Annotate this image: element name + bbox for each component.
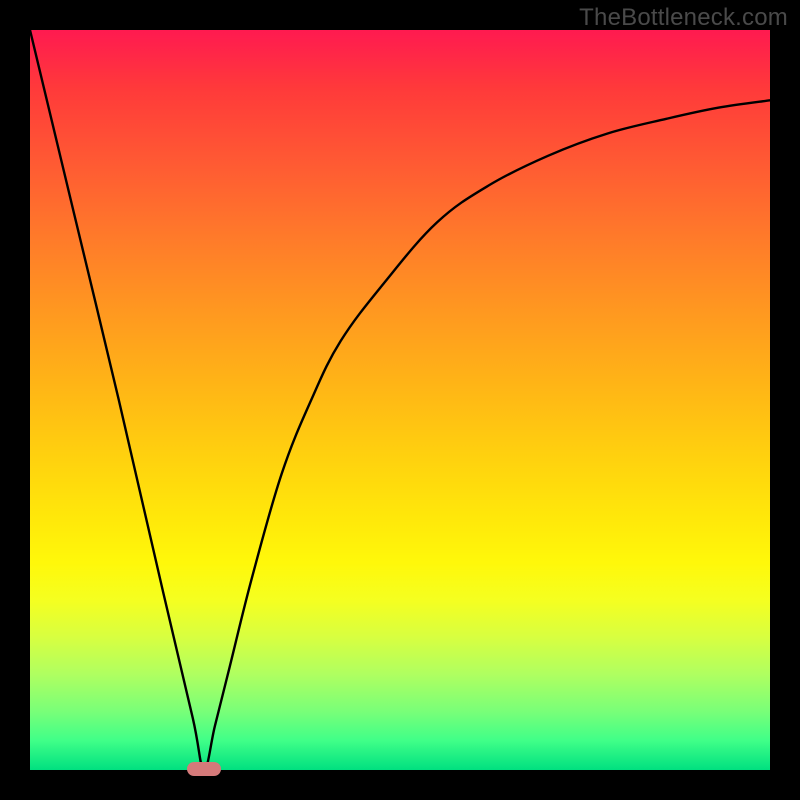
watermark-text: TheBottleneck.com [579,4,788,32]
bottleneck-curve [30,30,770,770]
optimal-point-marker [187,762,221,776]
chart-frame: TheBottleneck.com [0,0,800,800]
plot-area [30,30,770,770]
